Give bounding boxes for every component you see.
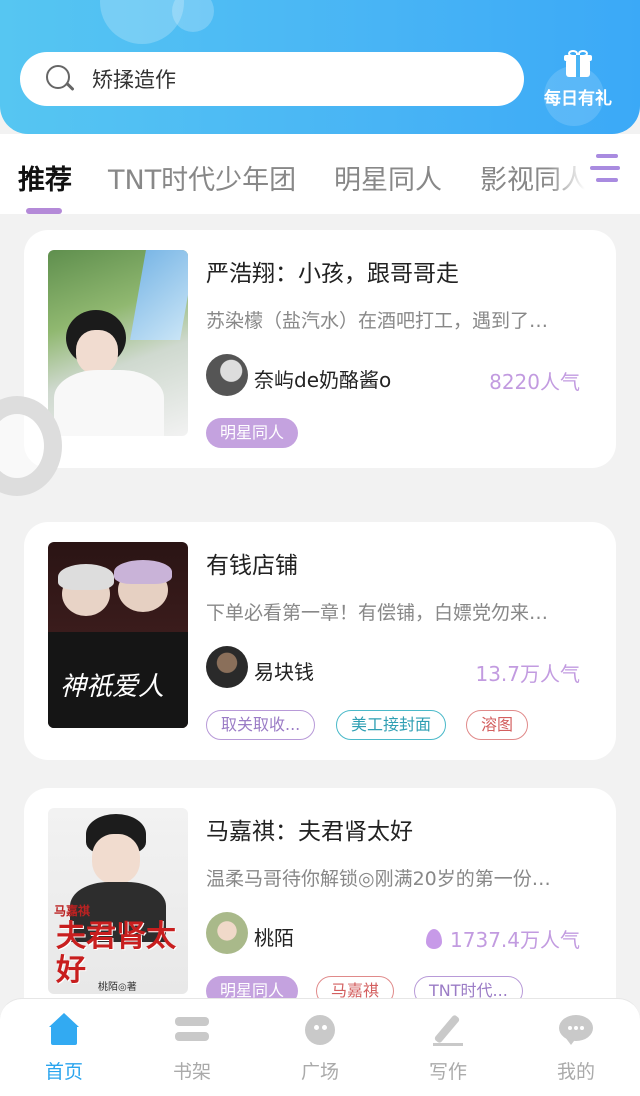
- category-menu-icon[interactable]: [588, 152, 624, 186]
- search-icon: [46, 65, 75, 93]
- book-title[interactable]: 有钱店铺: [206, 546, 298, 580]
- book-description: 下单必看第一章！有偿铺，白嫖党勿来…: [206, 602, 549, 624]
- tab-recommend[interactable]: 推荐: [18, 158, 72, 197]
- book-card[interactable]: 严浩翔：小孩，跟哥哥走 苏染檬（盐汽水）在酒吧打工，遇到了… 奈屿de奶酪酱o …: [24, 230, 616, 468]
- nav-label: 首页: [44, 1061, 83, 1083]
- plaza-icon: [303, 1013, 337, 1047]
- author-name[interactable]: 易块钱: [254, 656, 314, 685]
- book-cover[interactable]: 马嘉祺 夫君肾太好 桃陌◎著: [48, 808, 188, 994]
- tag[interactable]: 明星同人: [206, 418, 299, 448]
- bottom-navigation: 首页 书架 广场 写作 我的: [0, 998, 640, 1096]
- home-icon: [47, 1013, 81, 1047]
- popularity-count: 8220人气: [489, 370, 580, 394]
- bookshelf-icon: [175, 1013, 209, 1047]
- book-card[interactable]: 神祇爱人 有钱店铺 下单必看第一章！有偿铺，白嫖党勿来… 易块钱 13.7万人气…: [24, 522, 616, 760]
- fire-icon: [426, 928, 443, 949]
- book-description: 苏染檬（盐汽水）在酒吧打工，遇到了…: [206, 310, 549, 332]
- nav-plaza[interactable]: 广场: [270, 1013, 370, 1084]
- avatar[interactable]: [206, 912, 248, 954]
- avatar[interactable]: [206, 646, 248, 688]
- book-cover[interactable]: 神祇爱人: [48, 542, 188, 728]
- popularity-count: 13.7万人气: [475, 662, 580, 686]
- daily-gift-label: 每日有礼: [544, 89, 612, 109]
- write-icon: [431, 1013, 465, 1047]
- author-name[interactable]: 奈屿de奶酪酱o: [254, 364, 391, 393]
- nav-label: 书架: [172, 1061, 211, 1083]
- nav-home[interactable]: 首页: [14, 1013, 114, 1084]
- cover-author: 桃陌◎著: [98, 982, 137, 993]
- book-title[interactable]: 严浩翔：小孩，跟哥哥走: [206, 254, 459, 288]
- cover-title: 神祇爱人: [60, 672, 165, 702]
- nav-label: 广场: [300, 1061, 339, 1083]
- book-cover[interactable]: [48, 250, 188, 436]
- search-bar[interactable]: 矫揉造作: [20, 52, 524, 106]
- active-tab-indicator: [26, 208, 62, 214]
- tab-tnt[interactable]: TNT时代少年团: [108, 158, 296, 197]
- decorative-bubble: [172, 0, 214, 32]
- nav-write[interactable]: 写作: [398, 1013, 498, 1084]
- avatar[interactable]: [206, 354, 248, 396]
- nav-profile[interactable]: 我的: [526, 1013, 626, 1084]
- nav-label: 写作: [428, 1061, 467, 1083]
- cover-subtitle: 马嘉祺: [54, 904, 91, 918]
- header: 矫揉造作 每日有礼: [0, 0, 640, 134]
- tag[interactable]: 溶图: [466, 710, 529, 740]
- tag[interactable]: 美工接封面: [336, 710, 447, 740]
- book-card[interactable]: 马嘉祺 夫君肾太好 桃陌◎著 马嘉祺：夫君肾太好 温柔马哥待你解锁◎刚满20岁的…: [24, 788, 616, 1028]
- nav-label: 我的: [556, 1061, 595, 1083]
- nav-bookshelf[interactable]: 书架: [142, 1013, 242, 1084]
- search-placeholder: 矫揉造作: [92, 68, 176, 92]
- profile-icon: [559, 1013, 593, 1047]
- popularity-count: 1737.4万人气: [426, 924, 580, 953]
- tab-celebrity-fanfic[interactable]: 明星同人: [334, 158, 442, 197]
- category-tabs: 推荐 TNT时代少年团 明星同人 影视同人: [0, 134, 640, 214]
- gift-icon: [564, 50, 592, 78]
- book-description: 温柔马哥待你解锁◎刚满20岁的第一份…: [206, 868, 551, 890]
- daily-gift-button[interactable]: 每日有礼: [536, 44, 620, 118]
- book-title[interactable]: 马嘉祺：夫君肾太好: [206, 812, 413, 846]
- tag[interactable]: 取关取收...: [206, 710, 316, 740]
- author-name[interactable]: 桃陌: [254, 922, 294, 951]
